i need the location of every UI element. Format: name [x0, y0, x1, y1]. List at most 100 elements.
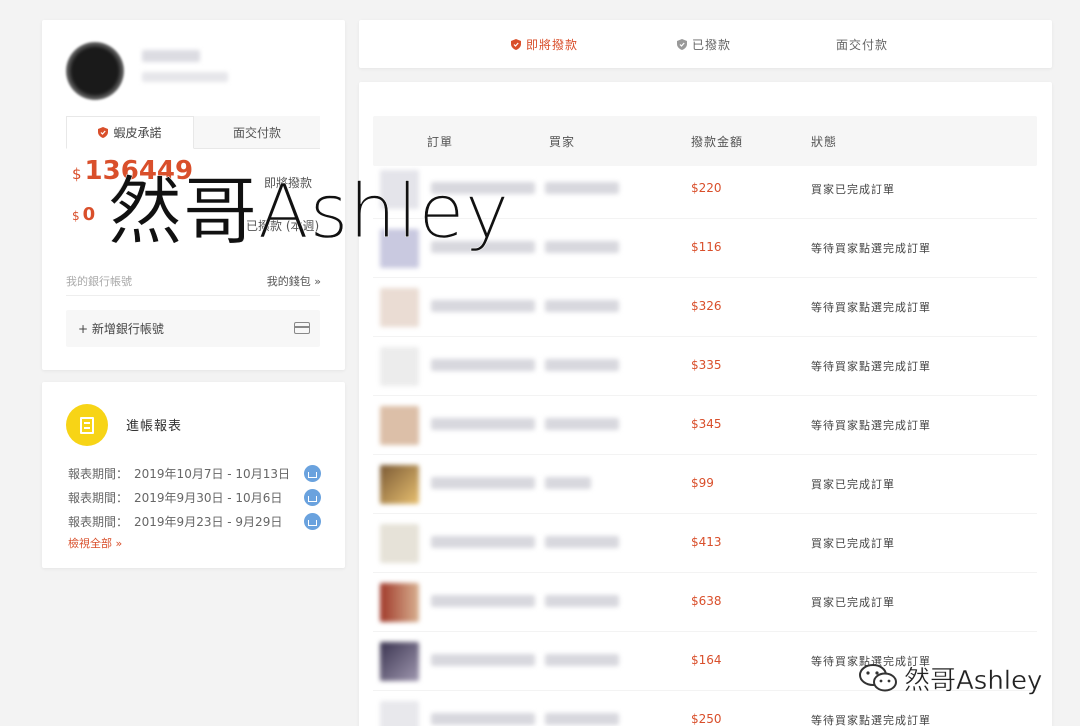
paid-value: 0 [82, 204, 96, 225]
shield-icon [98, 127, 109, 138]
buyer-blurred [545, 300, 619, 312]
account-tabs: 蝦皮承諾 面交付款 [66, 116, 320, 149]
paid-label: 已撥款 (本週) [246, 219, 320, 233]
shop-id-blurred [142, 72, 228, 82]
payout-amount: $345 [691, 417, 722, 431]
table-row[interactable]: $250 等待買家點選完成訂單 [373, 691, 1037, 726]
report-period: 2019年9月30日 - 10月6日 [134, 491, 283, 505]
payout-amount: $335 [691, 358, 722, 372]
order-id-blurred [431, 477, 535, 489]
order-id-blurred [431, 536, 535, 548]
table-row[interactable]: $99 買家已完成訂單 [373, 455, 1037, 514]
product-thumbnail [380, 642, 419, 681]
table-row[interactable]: $326 等待買家點選完成訂單 [373, 278, 1037, 337]
pending-label: 即將撥款 [264, 176, 313, 190]
download-icon[interactable] [304, 465, 321, 482]
report-period: 2019年9月23日 - 9月29日 [134, 515, 283, 529]
table-row[interactable]: $116 等待買家點選完成訂單 [373, 219, 1037, 278]
order-status: 等待買家點選完成訂單 [811, 714, 931, 726]
buyer-blurred [545, 418, 619, 430]
product-thumbnail [380, 465, 419, 504]
order-status: 買家已完成訂單 [811, 537, 895, 550]
tab-face-to-face[interactable]: 面交付款 [194, 116, 320, 148]
payout-amount: $638 [691, 594, 722, 608]
currency-symbol: $ [72, 165, 82, 183]
order-id-blurred [431, 418, 535, 430]
payout-amount: $99 [691, 476, 714, 490]
table-row[interactable]: $335 等待買家點選完成訂單 [373, 337, 1037, 396]
document-icon [66, 404, 108, 446]
report-period-label: 報表期間： [68, 491, 129, 505]
order-status: 買家已完成訂單 [811, 478, 895, 491]
buyer-blurred [545, 241, 619, 253]
tab-shopee-guarantee[interactable]: 蝦皮承諾 [66, 116, 194, 149]
view-all-link[interactable]: 檢視全部 » [68, 535, 122, 551]
tab-face-to-face-payment[interactable]: 面交付款 [836, 20, 888, 68]
order-id-blurred [431, 182, 535, 194]
order-id-blurred [431, 713, 535, 725]
table-row[interactable]: $413 買家已完成訂單 [373, 514, 1037, 573]
tab-label: 即將撥款 [526, 37, 579, 52]
column-header-amount: 撥款金額 [691, 135, 744, 149]
tab-paid-out[interactable]: 已撥款 [677, 20, 731, 68]
bank-account-label: 我的銀行帳號 [66, 275, 132, 288]
order-id-blurred [431, 654, 535, 666]
report-title: 進帳報表 [126, 419, 183, 434]
divider [66, 295, 320, 296]
order-id-blurred [431, 595, 535, 607]
report-period-label: 報表期間： [68, 515, 129, 529]
shop-name-blurred [142, 50, 200, 62]
paid-amount: $ 0 [72, 204, 95, 225]
buyer-blurred [545, 654, 619, 666]
pending-value: 136449 [84, 156, 194, 186]
product-thumbnail [380, 229, 419, 268]
order-status: 等待買家點選完成訂單 [811, 419, 931, 432]
report-row: 報表期間： 2019年9月23日 - 9月29日 [68, 513, 282, 530]
table-header: 訂單 買家 撥款金額 狀態 [373, 116, 1037, 166]
column-header-order: 訂單 [427, 135, 454, 149]
product-thumbnail [380, 406, 419, 445]
order-status: 等待買家點選完成訂單 [811, 360, 931, 373]
order-id-blurred [431, 241, 535, 253]
tab-upcoming-payout[interactable]: 即將撥款 [511, 20, 578, 68]
tab-label: 面交付款 [232, 125, 281, 140]
add-bank-account-button[interactable]: + 新增銀行帳號 [66, 310, 320, 347]
orders-table: 訂單 買家 撥款金額 狀態 $220 買家已完成訂單 $116 等待買家點選完成… [359, 82, 1052, 726]
product-thumbnail [380, 583, 419, 622]
currency-symbol: $ [72, 209, 80, 223]
buyer-blurred [545, 359, 619, 371]
pending-amount: $ 136449 [72, 156, 193, 186]
avatar [66, 42, 124, 100]
payout-tabs: 即將撥款 已撥款 面交付款 [359, 20, 1052, 68]
payout-amount: $116 [691, 240, 722, 254]
product-thumbnail [380, 288, 419, 327]
order-status: 買家已完成訂單 [811, 183, 895, 196]
table-row[interactable]: $638 買家已完成訂單 [373, 573, 1037, 632]
tab-label: 面交付款 [836, 37, 889, 52]
table-row[interactable]: $220 買家已完成訂單 [373, 160, 1037, 219]
order-status: 買家已完成訂單 [811, 596, 895, 609]
payout-amount: $413 [691, 535, 722, 549]
shield-icon [511, 38, 521, 50]
buyer-blurred [545, 536, 619, 548]
payout-amount: $326 [691, 299, 722, 313]
account-card: 蝦皮承諾 面交付款 $ 136449 即將撥款 $ 0 已撥款 (本週) 我的銀… [42, 20, 345, 370]
my-wallet-link[interactable]: 我的錢包 » [267, 273, 321, 289]
order-id-blurred [431, 300, 535, 312]
report-row: 報表期間： 2019年9月30日 - 10月6日 [68, 489, 282, 506]
report-row: 報表期間： 2019年10月7日 - 10月13日 [68, 465, 290, 482]
tab-label: 蝦皮承諾 [113, 126, 162, 140]
product-thumbnail [380, 701, 419, 726]
payout-amount: $220 [691, 181, 722, 195]
download-icon[interactable] [304, 489, 321, 506]
table-row[interactable]: $164 等待買家點選完成訂單 [373, 632, 1037, 691]
column-header-status: 狀態 [811, 135, 838, 149]
add-bank-label: + 新增銀行帳號 [78, 322, 164, 336]
table-row[interactable]: $345 等待買家點選完成訂單 [373, 396, 1037, 455]
download-icon[interactable] [304, 513, 321, 530]
buyer-blurred [545, 477, 591, 489]
product-thumbnail [380, 170, 419, 209]
tab-label: 已撥款 [692, 37, 732, 52]
column-header-buyer: 買家 [549, 135, 576, 149]
report-period-label: 報表期間： [68, 467, 129, 481]
